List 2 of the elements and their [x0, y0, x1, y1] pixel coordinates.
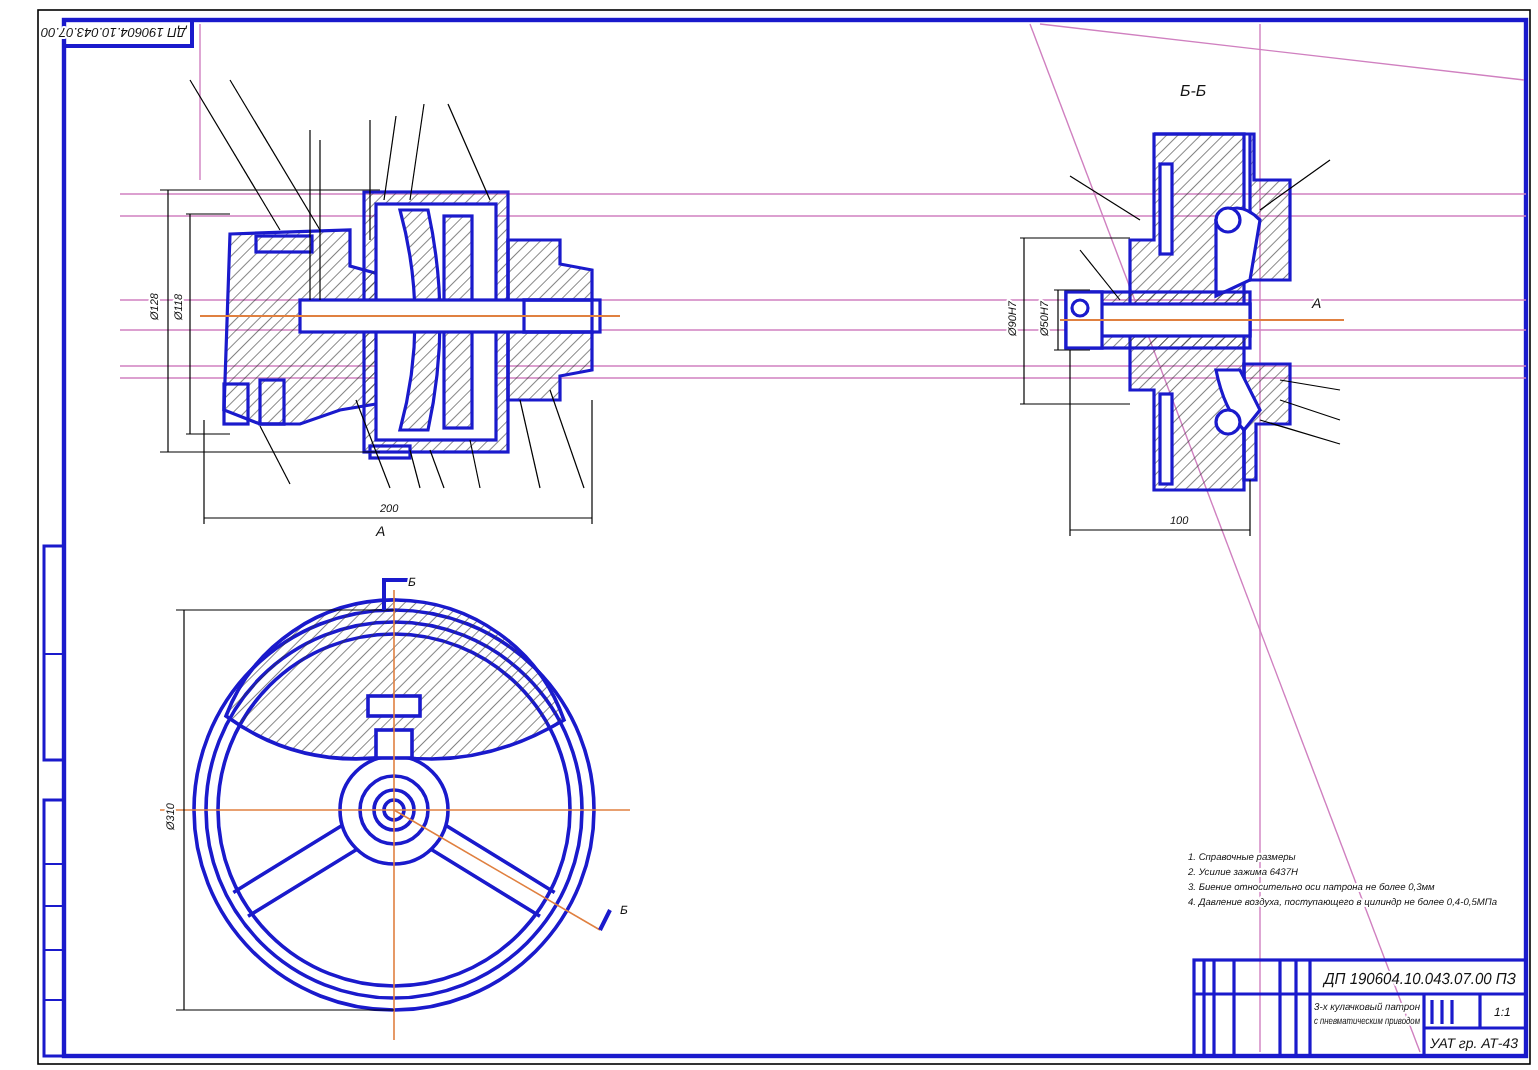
view-label: Б-Б: [1180, 82, 1207, 100]
document-designation: ДП 190604.10.043.07.00 ПЗ: [1324, 970, 1529, 988]
